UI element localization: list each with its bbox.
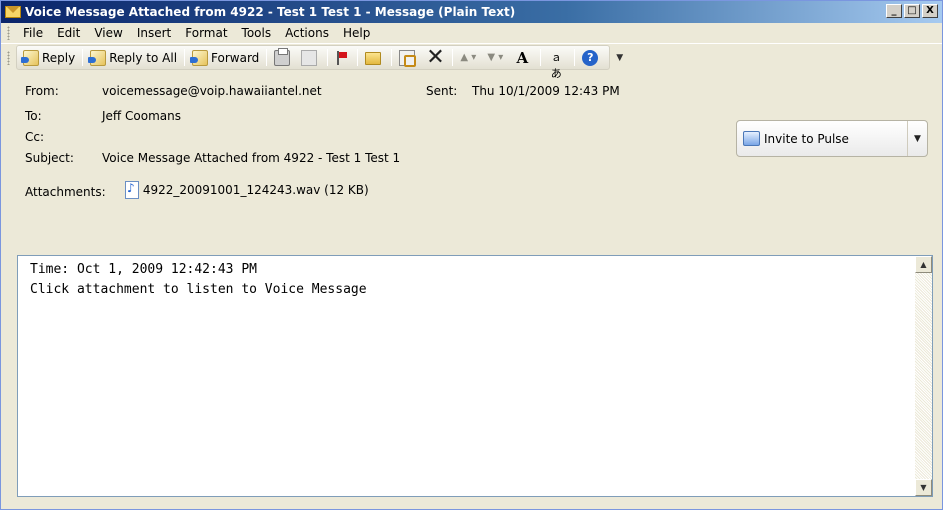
to-label: To: — [25, 109, 42, 123]
delete-button[interactable]: ✕ — [422, 44, 449, 70]
maximize-button[interactable]: □ — [904, 4, 920, 18]
delete-icon: ✕ — [426, 44, 445, 70]
menu-edit[interactable]: Edit — [50, 24, 87, 42]
toolbar-grip-icon[interactable] — [7, 50, 10, 65]
scroll-up-button[interactable]: ▲ — [915, 256, 932, 273]
to-value[interactable]: Jeff Coomans — [102, 109, 181, 123]
reply-button[interactable]: Reply — [19, 47, 79, 69]
folder-icon — [365, 52, 382, 65]
folder-button[interactable] — [361, 47, 388, 69]
toolbar-separator — [184, 49, 186, 66]
reply-label: Reply — [42, 50, 76, 65]
copy-button[interactable] — [297, 47, 324, 69]
scroll-down-button[interactable]: ▼ — [915, 479, 932, 496]
scroll-up-icon: ▲ — [920, 260, 927, 269]
envelope-icon — [5, 6, 21, 18]
menu-file[interactable]: File — [16, 24, 50, 42]
previous-item-button[interactable]: ▲ ▾ — [456, 47, 483, 69]
scroll-down-icon: ▼ — [920, 483, 927, 492]
message-header: From: voicemessage@voip.hawaiiantel.net … — [1, 71, 942, 255]
toolbar-separator — [327, 49, 329, 66]
title-bar[interactable]: Voice Message Attached from 4922 - Test … — [1, 1, 942, 23]
sent-label: Sent: — [426, 84, 458, 98]
reply-all-label: Reply to All — [109, 50, 178, 65]
toolbar-separator — [266, 49, 268, 66]
toolbar-separator — [82, 49, 84, 66]
print-button[interactable] — [270, 47, 297, 69]
forward-button[interactable]: Forward — [188, 47, 263, 69]
forward-icon — [190, 49, 209, 66]
attachment-item[interactable]: 4922_20091001_124243.wav (12 KB) — [125, 181, 369, 199]
reply-all-button[interactable]: Reply to All — [86, 47, 181, 69]
menu-tools[interactable]: Tools — [235, 24, 279, 42]
menu-bar: File Edit View Insert Format Tools Actio… — [1, 23, 942, 44]
subject-label: Subject: — [25, 151, 74, 165]
message-body-text[interactable]: Time: Oct 1, 2009 12:42:43 PM Click atta… — [30, 260, 367, 300]
invite-dropdown-arrow[interactable]: ▼ — [907, 121, 927, 156]
previous-item-icon: ▲ ▾ — [460, 51, 477, 63]
window-title: Voice Message Attached from 4922 - Test … — [25, 5, 516, 19]
move-to-folder-button[interactable] — [395, 47, 422, 69]
toolbar-separator — [574, 49, 576, 66]
close-button[interactable]: X — [922, 4, 938, 18]
cc-label: Cc: — [25, 130, 45, 144]
sent-value: Thu 10/1/2009 12:43 PM — [472, 84, 620, 98]
message-window: Voice Message Attached from 4922 - Test … — [0, 0, 943, 510]
menu-grip-icon[interactable] — [7, 26, 10, 40]
copy-icon — [301, 49, 318, 66]
minimize-button[interactable]: _ — [886, 4, 902, 18]
subject-value: Voice Message Attached from 4922 - Test … — [102, 151, 401, 165]
next-item-button[interactable]: ▼ ▾ — [483, 47, 510, 69]
pulse-invite-icon — [743, 131, 760, 146]
encoding-button[interactable]: ａあ — [544, 47, 571, 80]
toolbar: Reply Reply to All Forward ✕ ▲ ▾ ▼ ▾ A ａ… — [1, 44, 942, 80]
toolbar-separator — [391, 49, 393, 66]
help-button[interactable]: ? — [578, 47, 605, 69]
body-line-time: Time: Oct 1, 2009 12:42:43 PM — [30, 262, 257, 277]
attachment-name: 4922_20091001_124243.wav (12 KB) — [142, 183, 369, 197]
toolbar-separator — [540, 49, 542, 66]
menu-actions[interactable]: Actions — [278, 24, 336, 42]
reply-icon — [21, 49, 39, 66]
window-controls: _ □ X — [884, 4, 938, 18]
vertical-scrollbar[interactable]: ▲ ▼ — [915, 256, 932, 496]
from-value[interactable]: voicemessage@voip.hawaiiantel.net — [102, 84, 322, 98]
forward-label: Forward — [211, 50, 260, 65]
toolbar-options-icon[interactable]: ▼ — [616, 50, 624, 66]
flag-icon — [335, 50, 348, 66]
body-line-instruction: Click attachment to listen to Voice Mess… — [30, 282, 367, 297]
move-to-folder-icon — [399, 49, 417, 67]
attachments-label: Attachments: — [25, 185, 106, 199]
help-icon: ? — [582, 49, 599, 66]
font-size-icon: A — [516, 48, 529, 67]
invite-to-pulse-label: Invite to Pulse — [764, 131, 849, 146]
message-body[interactable]: Time: Oct 1, 2009 12:42:43 PM Click atta… — [17, 255, 933, 497]
menu-view[interactable]: View — [87, 24, 129, 42]
from-label: From: — [25, 84, 59, 98]
menu-help[interactable]: Help — [336, 24, 377, 42]
chevron-down-icon: ▼ — [914, 133, 921, 144]
audio-file-icon — [125, 181, 139, 199]
invite-to-pulse-button[interactable]: Invite to Pulse ▼ — [736, 120, 928, 157]
menu-format[interactable]: Format — [178, 24, 234, 42]
follow-up-flag-button[interactable] — [331, 47, 354, 69]
encoding-icon: ａあ — [550, 50, 562, 80]
invite-to-pulse-main[interactable]: Invite to Pulse — [737, 131, 907, 146]
toolbar-separator — [452, 49, 454, 66]
print-icon — [274, 47, 291, 66]
menu-insert[interactable]: Insert — [130, 24, 178, 42]
standard-toolbar: Reply Reply to All Forward ✕ ▲ ▾ ▼ ▾ A ａ… — [16, 44, 611, 80]
font-size-button[interactable]: A — [510, 47, 537, 69]
next-item-icon: ▼ ▾ — [487, 51, 504, 63]
reply-all-icon — [88, 49, 107, 66]
toolbar-separator — [357, 49, 359, 66]
